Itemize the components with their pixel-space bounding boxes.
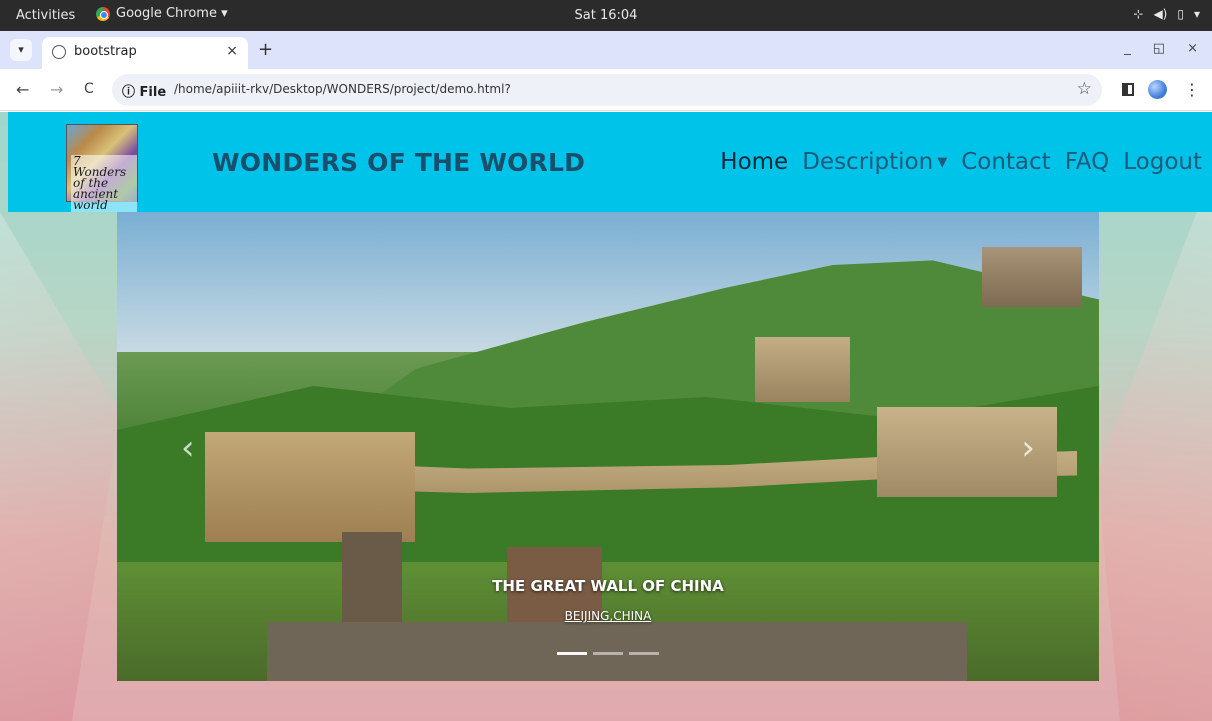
site-brand-title[interactable]: WONDERS OF THE WORLD (212, 148, 585, 177)
tab-close-button[interactable]: × (226, 43, 238, 59)
nav-link-description-dropdown[interactable]: Description ▼ (802, 149, 947, 175)
restore-button[interactable]: ◱ (1153, 41, 1165, 56)
logo-text: 7 Wonders of the ancient world (71, 155, 137, 212)
nav-link-description: Description (802, 149, 934, 175)
chevron-down-icon: ▾ (18, 43, 24, 56)
close-window-button[interactable]: × (1187, 41, 1198, 56)
carousel-indicator[interactable] (593, 652, 623, 655)
system-menu-chevron-icon: ▾ (1193, 7, 1200, 21)
system-tray[interactable]: ⊹ ◀) ▯ ▾ (1133, 7, 1200, 21)
nav-link-home[interactable]: Home (720, 149, 788, 175)
slide-image-watchtower (755, 337, 850, 402)
image-carousel[interactable]: ‹ › THE GREAT WALL OF CHINA BEIJING,CHIN… (117, 212, 1099, 681)
carousel-indicators (117, 652, 1099, 655)
volume-icon: ◀) (1153, 7, 1168, 21)
reload-button[interactable]: C (84, 81, 94, 97)
nav-link-faq[interactable]: FAQ (1065, 149, 1110, 175)
globe-icon (52, 45, 66, 59)
minimize-button[interactable]: _ (1124, 41, 1131, 56)
bookmark-star-icon[interactable]: ☆ (1077, 79, 1092, 99)
system-top-bar: Activities Google Chrome ▾ Sat 16:04 ⊹ ◀… (0, 0, 1212, 31)
site-navbar: 7 Wonders of the ancient world WONDERS O… (8, 112, 1212, 212)
battery-icon: ▯ (1177, 7, 1184, 21)
window-controls: _ ◱ × (1124, 41, 1198, 56)
page-viewport: 7 Wonders of the ancient world WONDERS O… (0, 112, 1212, 721)
site-logo[interactable]: 7 Wonders of the ancient world (66, 124, 138, 212)
carousel-indicator[interactable] (557, 652, 587, 655)
carousel-next-button[interactable]: › (1021, 428, 1035, 468)
slide-image-watchtower (205, 432, 415, 542)
side-panel-icon[interactable] (1122, 83, 1134, 96)
address-bar[interactable]: ⓘ File /home/apiiit-rkv/Desktop/WONDERS/… (112, 74, 1102, 106)
nav-link-contact[interactable]: Contact (961, 149, 1050, 175)
chrome-menu-button[interactable]: ⋮ (1184, 80, 1200, 99)
tab-strip: ▾ bootstrap × + _ ◱ × (0, 31, 1212, 69)
nav-links: Home Description ▼ Contact FAQ Logout (720, 149, 1202, 175)
url-text[interactable]: /home/apiiit-rkv/Desktop/WONDERS/project… (174, 82, 511, 96)
caption-title: THE GREAT WALL OF CHINA (492, 577, 724, 595)
carousel-indicator[interactable] (629, 652, 659, 655)
tab-search-button[interactable]: ▾ (10, 39, 32, 61)
forward-button[interactable]: → (50, 80, 63, 99)
network-icon: ⊹ (1133, 7, 1144, 21)
clock[interactable]: Sat 16:04 (0, 8, 1212, 23)
tab-title: bootstrap (74, 44, 137, 59)
slide-image-watchtower (982, 247, 1082, 307)
site-info-button[interactable]: ⓘ File (122, 81, 166, 100)
tab-bootstrap[interactable]: bootstrap × (42, 37, 248, 69)
nav-link-logout[interactable]: Logout (1123, 149, 1202, 175)
caption-subtitle: BEIJING,CHINA (564, 609, 652, 623)
profile-avatar[interactable] (1148, 80, 1167, 99)
new-tab-button[interactable]: + (258, 39, 273, 60)
back-button[interactable]: ← (16, 80, 29, 99)
background-shape (1097, 172, 1212, 721)
caret-down-icon: ▼ (937, 155, 948, 170)
carousel-prev-button[interactable]: ‹ (181, 428, 195, 468)
background-shape (0, 212, 120, 721)
browser-toolbar: ← → C ⓘ File /home/apiiit-rkv/Desktop/WO… (0, 69, 1212, 111)
